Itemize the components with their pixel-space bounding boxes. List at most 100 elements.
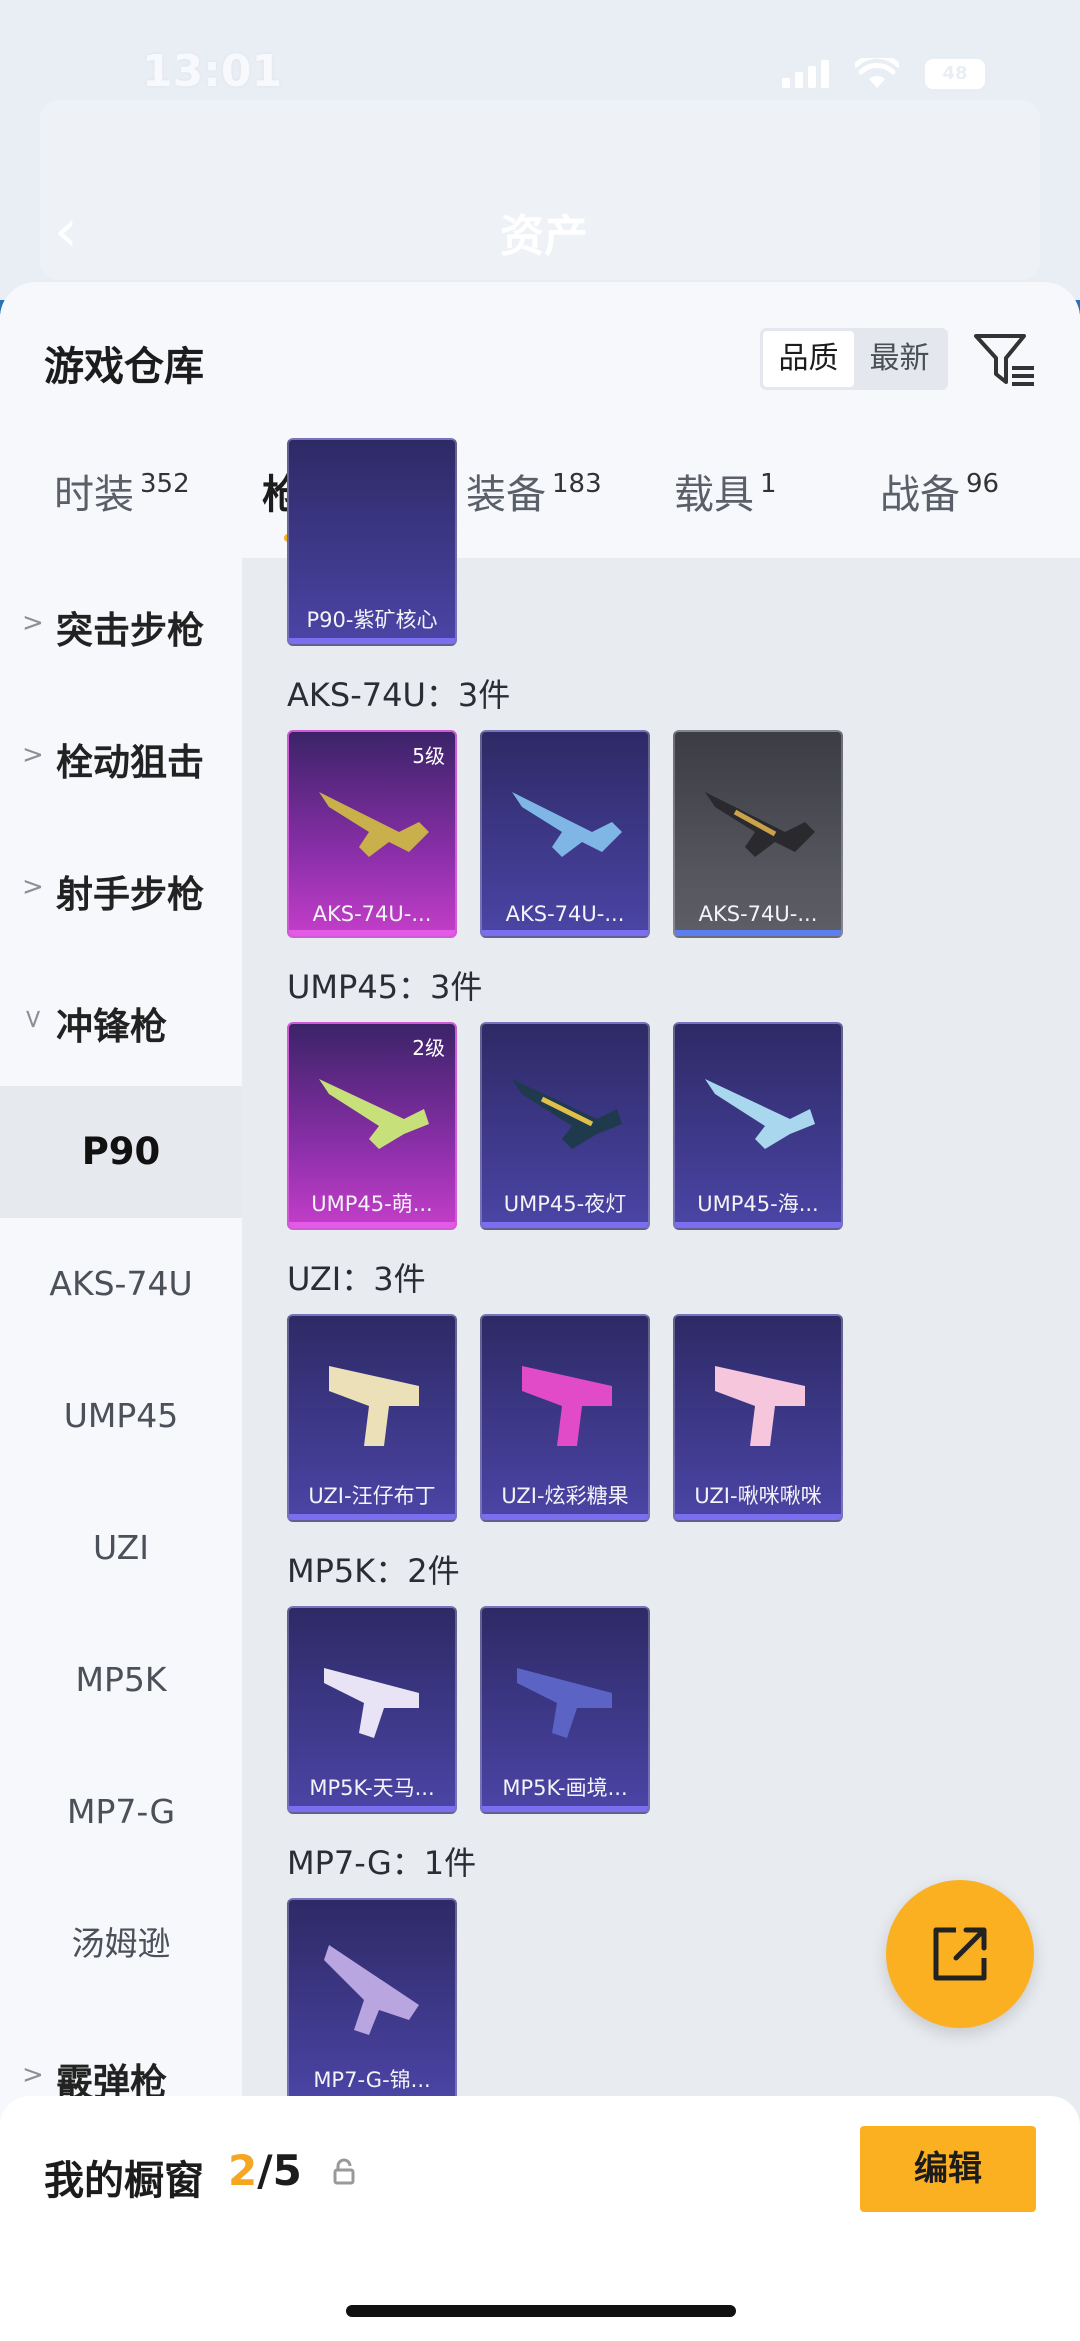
item-card[interactable]: UZI-汪仔布丁 xyxy=(287,1314,457,1522)
gun-image xyxy=(517,1668,612,1738)
home-indicator xyxy=(346,2305,736,2317)
gun-image xyxy=(522,1366,612,1446)
tab-label: 战备 xyxy=(880,472,960,518)
sidebar-item-mp5k[interactable]: MP5K xyxy=(0,1614,242,1746)
sidebar-group-label: 突击步枪 xyxy=(56,609,204,652)
tab-label: 载具 xyxy=(674,472,754,518)
gun-image xyxy=(705,792,815,857)
showcase-count-current: 2 xyxy=(228,2146,258,2195)
item-card[interactable]: AKS-74U-... xyxy=(673,730,843,938)
item-card[interactable]: MP5K-天马... xyxy=(287,1606,457,1814)
item-grid: P90-紫矿核心 AKS-74U：3件 UMP45：3件 UZI：3件 MP5K… xyxy=(242,438,1080,2341)
tab-count: 96 xyxy=(966,469,1000,499)
item-card[interactable]: MP5K-画境... xyxy=(480,1606,650,1814)
item-card-name: UZI-炫彩糖果 xyxy=(501,1484,629,1508)
sort-toggle: 品质 最新 xyxy=(760,328,948,390)
showcase-count-total: /5 xyxy=(257,2146,302,2195)
item-card-name: UMP45-海... xyxy=(697,1192,819,1216)
share-icon xyxy=(933,1927,987,1981)
sheet-header: 游戏仓库 品质 最新 时装352 枪械131 装备183 载具1 战备96 xyxy=(0,282,1080,558)
item-card-name: MP5K-画境... xyxy=(502,1776,628,1800)
tab-supplies[interactable]: 战备 96 xyxy=(880,462,999,520)
sidebar-item-ump45[interactable]: UMP45 xyxy=(0,1350,242,1482)
showcase-label: 我的橱窗 xyxy=(44,2158,204,2204)
rarity-strip xyxy=(289,1806,455,1812)
signal-icon xyxy=(782,60,829,88)
sidebar-group-marksman-rifle[interactable]: > 射手步枪 xyxy=(0,822,242,954)
item-card-name: UMP45-萌... xyxy=(311,1192,433,1216)
rarity-strip xyxy=(289,930,455,936)
sidebar-item-mp7g[interactable]: MP7-G xyxy=(0,1746,242,1878)
gun-image xyxy=(324,1668,419,1738)
item-card[interactable]: 2级 UMP45-萌... xyxy=(287,1022,457,1230)
status-bar: 13:01 48 xyxy=(0,0,1080,100)
chevron-right-icon: > xyxy=(22,740,44,770)
rarity-strip xyxy=(289,638,455,644)
section-label: AKS-74U：3件 xyxy=(287,676,511,714)
showcase-count: 2/5 xyxy=(228,2146,302,2195)
filter-icon[interactable] xyxy=(972,330,1036,390)
chevron-right-icon: > xyxy=(22,2060,44,2090)
sidebar: > 突击步枪 > 栓动狙击 > 射手步枪 > 冲锋枪 P90 AKS-74U UMP45… xyxy=(0,558,242,2341)
sidebar-group-assault-rifle[interactable]: > 突击步枪 xyxy=(0,558,242,690)
item-card-name: P90-紫矿核心 xyxy=(306,608,438,632)
rarity-strip xyxy=(482,930,648,936)
edit-button[interactable]: 编辑 xyxy=(860,2126,1036,2212)
gun-image xyxy=(705,1079,815,1149)
battery-icon: 48 xyxy=(925,59,985,89)
gun-image xyxy=(324,1945,419,2035)
item-card-p90[interactable]: P90-紫矿核心 xyxy=(287,438,457,646)
gun-image xyxy=(715,1366,805,1446)
item-card[interactable]: AKS-74U-... xyxy=(480,730,650,938)
item-card-name: AKS-74U-... xyxy=(312,902,432,926)
item-card-name: UZI-啾咪啾咪 xyxy=(694,1484,822,1508)
chevron-down-icon: > xyxy=(17,1008,48,1030)
tab-count: 183 xyxy=(552,469,602,499)
gun-image xyxy=(319,1079,429,1149)
sort-quality-button[interactable]: 品质 xyxy=(763,331,854,387)
rarity-strip xyxy=(675,930,841,936)
item-card[interactable]: UMP45-海... xyxy=(673,1022,843,1230)
sidebar-group-label: 栓动狙击 xyxy=(56,741,204,784)
sort-newest-button[interactable]: 最新 xyxy=(854,331,945,387)
item-card-name: UMP45-夜灯 xyxy=(503,1192,627,1216)
item-card[interactable]: 5级 AKS-74U-... xyxy=(287,730,457,938)
sidebar-item-aks74u[interactable]: AKS-74U xyxy=(0,1218,242,1350)
sidebar-group-bolt-sniper[interactable]: > 栓动狙击 xyxy=(0,690,242,822)
section-label: UZI：3件 xyxy=(287,1260,426,1298)
tab-vehicles[interactable]: 载具 1 xyxy=(674,462,777,520)
tab-count: 1 xyxy=(760,469,777,499)
item-card[interactable]: UZI-炫彩糖果 xyxy=(480,1314,650,1522)
sidebar-item-p90[interactable]: P90 xyxy=(0,1086,242,1218)
gun-image xyxy=(512,792,622,857)
lock-icon xyxy=(333,2158,355,2185)
rarity-strip xyxy=(289,1222,455,1228)
wifi-icon xyxy=(855,58,899,88)
item-card[interactable]: UZI-啾咪啾咪 xyxy=(673,1314,843,1522)
tab-fashion[interactable]: 时装 352 xyxy=(54,462,190,520)
share-button[interactable] xyxy=(886,1880,1034,2028)
item-card-name: AKS-74U-... xyxy=(505,902,625,926)
section-label: UMP45：3件 xyxy=(287,968,483,1006)
chevron-right-icon: > xyxy=(22,608,44,638)
tab-count: 352 xyxy=(140,469,190,499)
tab-label: 时装 xyxy=(54,472,134,518)
rarity-strip xyxy=(289,1514,455,1520)
sidebar-item-thompson[interactable]: 汤姆逊 xyxy=(0,1878,242,2010)
gun-image xyxy=(512,1079,622,1149)
rarity-strip xyxy=(482,1222,648,1228)
item-card[interactable]: MP7-G-锦... xyxy=(287,1898,457,2106)
tab-label: 装备 xyxy=(466,472,546,518)
warehouse-sheet: 游戏仓库 品质 最新 时装352 枪械131 装备183 载具1 战备96 >突… xyxy=(0,282,1080,2341)
gun-image xyxy=(329,1366,419,1446)
rarity-strip xyxy=(675,1222,841,1228)
item-card-name: MP7-G-锦... xyxy=(313,2068,431,2092)
sidebar-item-uzi[interactable]: UZI xyxy=(0,1482,242,1614)
item-card[interactable]: UMP45-夜灯 xyxy=(480,1022,650,1230)
tab-equipment[interactable]: 装备 183 xyxy=(466,462,602,520)
sidebar-group-smg[interactable]: > 冲锋枪 xyxy=(0,954,242,1086)
sidebar-group-label: 射手步枪 xyxy=(56,873,204,916)
back-icon[interactable]: ‹ xyxy=(54,196,78,266)
rarity-strip xyxy=(675,1514,841,1520)
sidebar-group-label: 冲锋枪 xyxy=(56,1005,167,1048)
